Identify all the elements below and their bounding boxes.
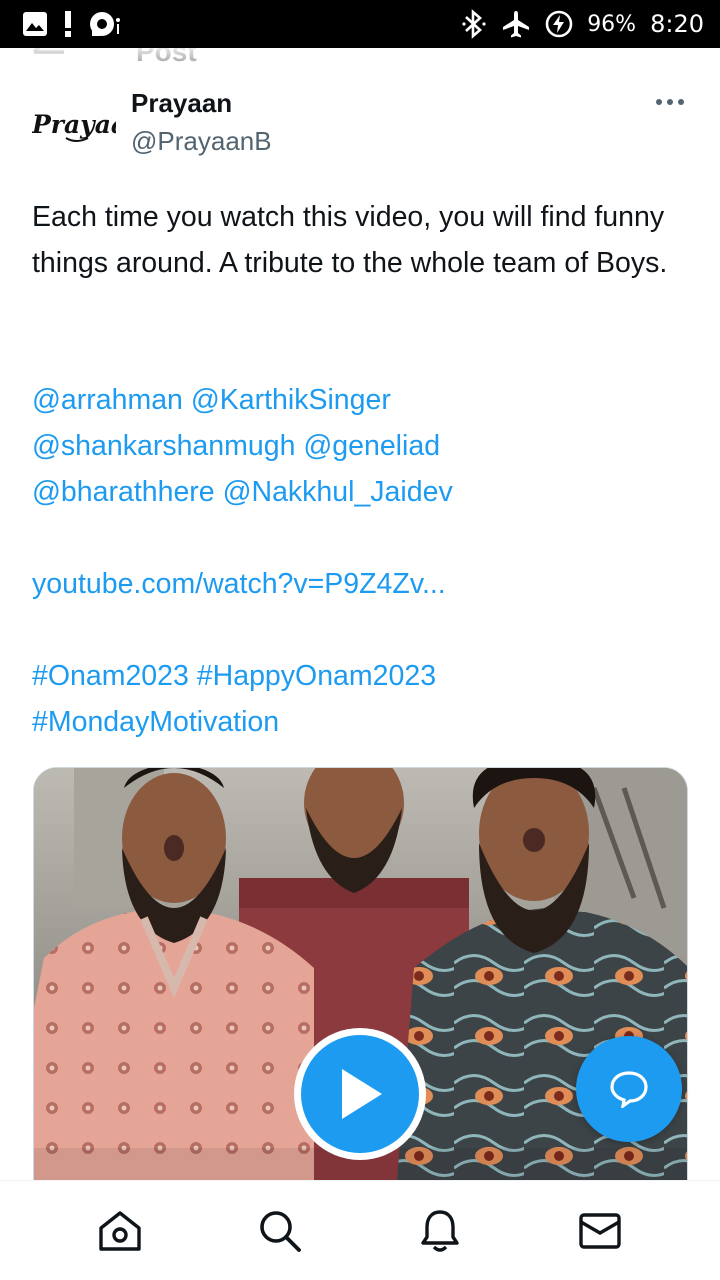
play-button[interactable]	[294, 1028, 426, 1160]
nav-search[interactable]	[240, 1191, 320, 1271]
hashtag-link[interactable]: #MondayMotivation	[32, 706, 279, 738]
tweet-text: Each time you watch this video, you will…	[32, 201, 668, 279]
status-bar-right: 96% 8:20	[461, 9, 704, 39]
hashtag-link[interactable]: #Onam2023	[32, 660, 189, 692]
more-icon	[656, 99, 684, 105]
messages-icon	[579, 1212, 621, 1249]
nav-notifications[interactable]	[400, 1191, 480, 1271]
airplane-mode-icon	[501, 9, 531, 39]
more-options-button[interactable]	[650, 90, 690, 114]
mention-link[interactable]: @bharathhere	[32, 476, 215, 508]
bluetooth-icon	[461, 9, 487, 39]
hashtags-line: #Onam2023 #HappyOnam2023	[32, 653, 702, 699]
alert-icon	[62, 10, 74, 38]
clock-time: 8:20	[650, 10, 704, 38]
mention-link[interactable]: @Nakkhul_Jaidev	[223, 476, 453, 508]
search-icon	[260, 1210, 301, 1252]
hashtags-line: #MondayMotivation	[32, 699, 702, 745]
youtube-link[interactable]: youtube.com/watch?v=P9Z4Zv...	[32, 568, 446, 600]
mention-link[interactable]: @arrahman	[32, 384, 183, 416]
mention-link[interactable]: @KarthikSinger	[191, 384, 391, 416]
url-line: youtube.com/watch?v=P9Z4Zv...	[32, 561, 702, 607]
play-icon	[342, 1069, 382, 1119]
mentions-line: @shankarshanmugh @geneliad	[32, 423, 702, 469]
mentions-line: @bharathhere @Nakkhul_Jaidev	[32, 469, 702, 515]
author-handle[interactable]: @PrayaanB	[131, 124, 272, 158]
page-title: Post	[136, 48, 197, 67]
mention-link[interactable]: @shankarshanmugh	[32, 430, 295, 462]
home-icon	[99, 1210, 141, 1251]
reply-bubble-icon	[610, 1071, 648, 1108]
hashtag-link[interactable]: #HappyOnam2023	[197, 660, 436, 692]
avatar[interactable]: Prayaa	[32, 98, 116, 162]
back-arrow-icon[interactable]	[32, 48, 66, 67]
nav-messages[interactable]	[560, 1191, 640, 1271]
nav-home[interactable]	[80, 1191, 160, 1271]
cast-icon	[88, 10, 122, 38]
mention-link[interactable]: @geneliad	[303, 430, 440, 462]
status-bar: 96% 8:20	[0, 0, 720, 48]
mentions-line: @arrahman @KarthikSinger	[32, 377, 702, 423]
notifications-icon	[421, 1209, 459, 1252]
author-name[interactable]: Prayaan	[131, 88, 232, 118]
avatar-logo-text: Prayaa	[32, 110, 116, 139]
post-header: Post	[0, 48, 720, 78]
bottom-nav	[0, 1180, 720, 1280]
battery-charging-icon	[545, 10, 573, 38]
play-button-inner	[301, 1035, 419, 1153]
image-icon	[22, 11, 48, 37]
status-bar-left	[22, 10, 122, 38]
reply-fab-button[interactable]	[576, 1036, 682, 1142]
battery-percent: 96%	[587, 11, 637, 37]
